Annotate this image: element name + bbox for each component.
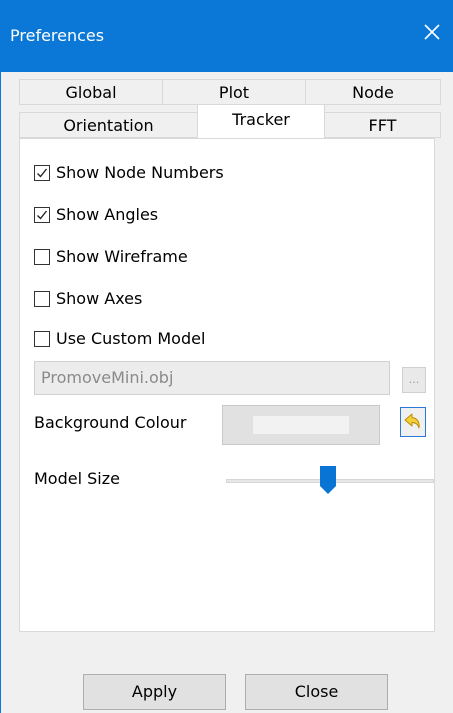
- checkmark-icon: [37, 210, 48, 220]
- tab-label: Node: [352, 83, 394, 102]
- show-axes-checkbox[interactable]: [34, 290, 50, 307]
- tab-label: Tracker: [232, 110, 290, 129]
- tracker-panel: Show Node Numbers Show Angles Show Wiref…: [19, 138, 435, 632]
- tab-global[interactable]: Global: [19, 79, 163, 105]
- show-wireframe-checkbox[interactable]: [34, 248, 50, 265]
- preferences-window: Preferences Global Plot Node Orientation…: [0, 0, 453, 713]
- option-label: Use Custom Model: [56, 329, 206, 348]
- tab-label: Plot: [218, 83, 250, 102]
- show-angles-option[interactable]: Show Angles: [34, 205, 158, 224]
- checkmark-icon: [37, 168, 48, 178]
- browse-button[interactable]: ...: [402, 367, 426, 393]
- show-node-numbers-option[interactable]: Show Node Numbers: [34, 163, 224, 182]
- show-angles-checkbox[interactable]: [34, 206, 50, 223]
- show-axes-option[interactable]: Show Axes: [34, 289, 142, 308]
- tab-fft[interactable]: FFT: [324, 112, 441, 138]
- use-custom-model-option[interactable]: Use Custom Model: [34, 329, 205, 348]
- use-custom-model-checkbox[interactable]: [34, 330, 50, 347]
- tab-label: Global: [65, 83, 117, 102]
- undo-arrow-icon: [404, 413, 420, 429]
- option-label: Show Wireframe: [56, 247, 188, 266]
- model-size-label: Model Size: [34, 469, 120, 488]
- close-button[interactable]: Close: [245, 674, 388, 710]
- tab-label: Orientation: [63, 116, 154, 135]
- window-title: Preferences: [10, 26, 105, 45]
- background-colour-button[interactable]: [222, 405, 380, 445]
- tab-orientation[interactable]: Orientation: [19, 112, 198, 138]
- show-node-numbers-checkbox[interactable]: [34, 164, 50, 181]
- option-label: Show Angles: [56, 205, 159, 224]
- option-label: Show Node Numbers: [56, 163, 224, 182]
- title-bar: Preferences: [0, 0, 453, 72]
- show-wireframe-option[interactable]: Show Wireframe: [34, 247, 188, 266]
- tab-node[interactable]: Node: [305, 79, 441, 105]
- model-file-field[interactable]: PromoveMini.obj: [34, 361, 390, 395]
- window-border: [0, 72, 1, 713]
- close-icon[interactable]: [421, 21, 443, 43]
- tab-label: FFT: [368, 116, 397, 135]
- tab-plot[interactable]: Plot: [162, 79, 306, 105]
- apply-button[interactable]: Apply: [83, 674, 226, 710]
- model-size-slider-thumb[interactable]: [319, 465, 337, 495]
- colour-swatch: [253, 416, 349, 434]
- tab-tracker[interactable]: Tracker: [197, 104, 325, 138]
- reset-colour-button[interactable]: [400, 407, 426, 437]
- option-label: Show Axes: [56, 289, 143, 308]
- background-colour-label: Background Colour: [34, 413, 187, 432]
